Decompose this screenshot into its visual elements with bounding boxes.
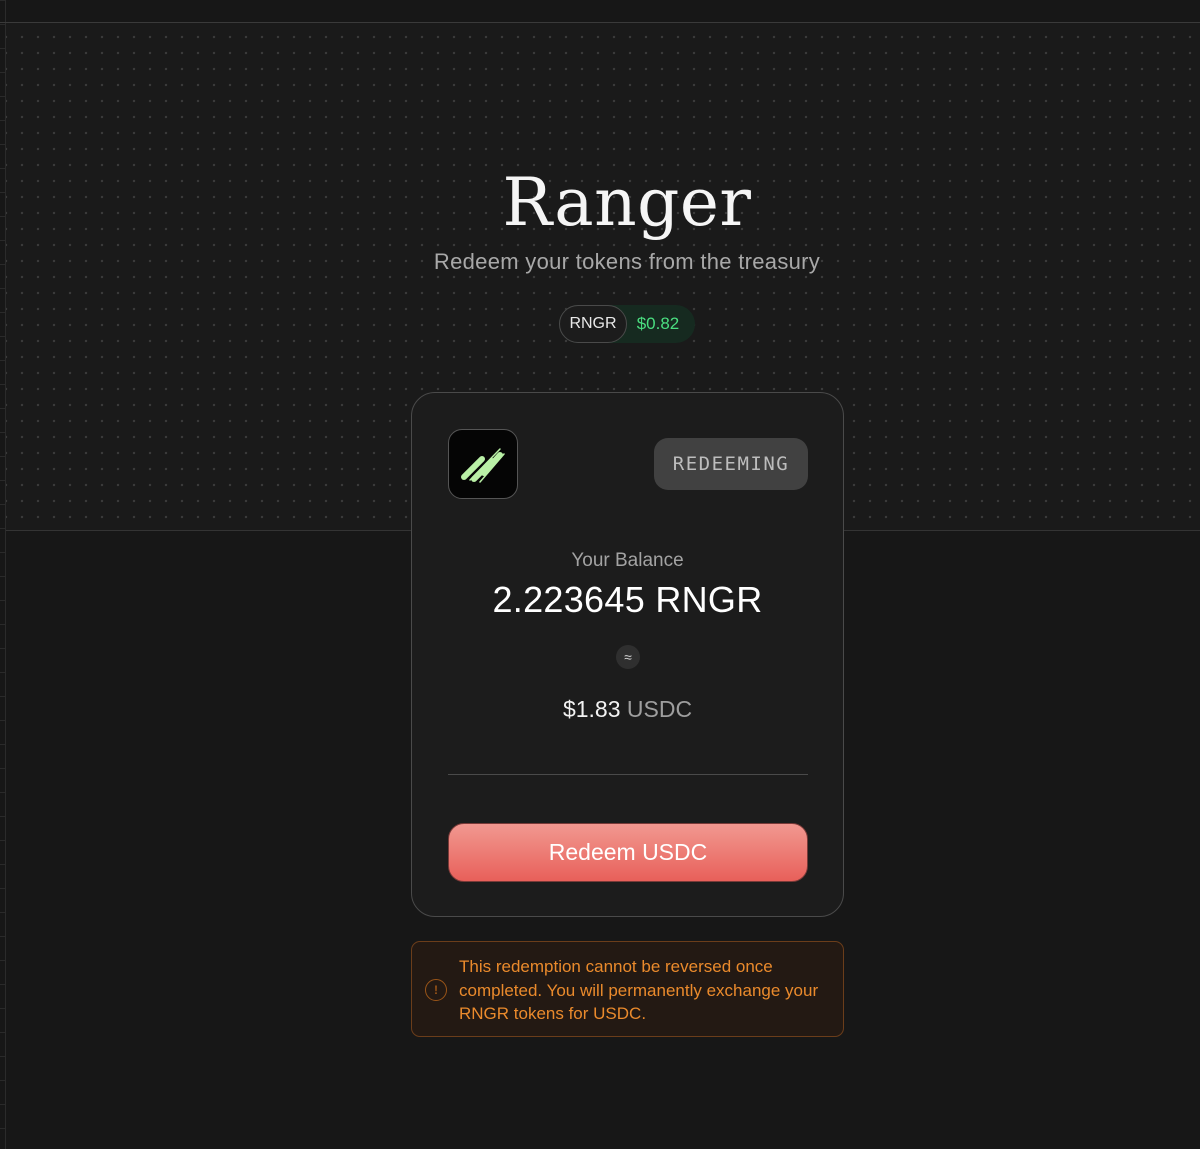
balance-label: Your Balance <box>571 550 684 571</box>
usd-amount: $1.83 <box>562 696 621 722</box>
token-price-pill: RNGR $0.82 <box>559 305 695 343</box>
status-badge: REDEEMING <box>654 438 808 490</box>
page-title: Ranger <box>502 164 752 241</box>
redeem-usdc-button[interactable]: Redeem USDC <box>448 823 808 882</box>
balance-value: 2.223645 RNGR <box>492 579 763 620</box>
page-subtitle: Redeem your tokens from the treasury <box>433 249 821 274</box>
irreversible-warning: ! This redemption cannot be reversed onc… <box>411 941 844 1037</box>
redeem-card: REDEEMING Your Balance 2.223645 RNGR ≈ $… <box>411 392 844 917</box>
card-divider <box>448 774 808 775</box>
hero: Ranger Redeem your tokens from the treas… <box>0 165 1200 275</box>
usd-unit: USDC <box>626 696 693 722</box>
page: Ranger Redeem your tokens from the treas… <box>0 0 1200 1149</box>
approx-equal-icon: ≈ <box>616 645 640 669</box>
token-price: $0.82 <box>636 314 680 333</box>
token-symbol: RNGR <box>559 305 627 343</box>
alert-circle-icon: ! <box>425 979 447 1001</box>
warning-text: This redemption cannot be reversed once … <box>459 957 819 1023</box>
usd-equivalent: $1.83 USDC <box>412 696 843 723</box>
ranger-logo-icon <box>448 429 518 499</box>
